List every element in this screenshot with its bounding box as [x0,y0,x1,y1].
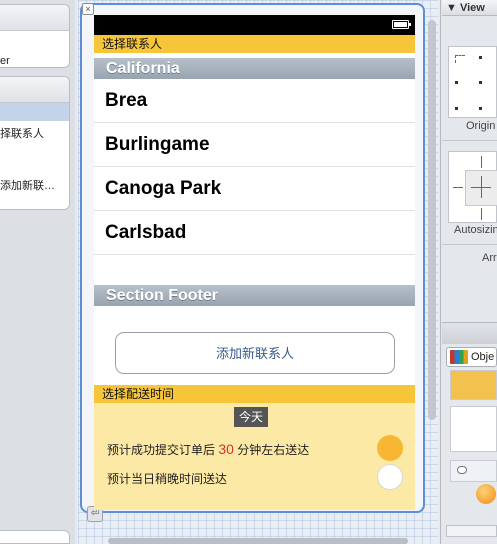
autosizing-label: Autosizing [454,224,497,236]
arrange-label[interactable]: Arr [482,252,497,264]
horizontal-scrollbar[interactable] [108,538,408,544]
table-row[interactable]: Carlsbad [94,211,415,255]
library-footer[interactable] [446,525,497,537]
outline-scene-card [0,530,70,544]
origin-selector[interactable] [448,46,497,118]
close-icon[interactable]: × [82,3,94,15]
outline-scene-card: 择联系人 添加新联… [0,76,70,210]
delivery-option-1-label[interactable]: 预计成功提交订单后 30 分钟左右送达 [107,441,309,458]
search-icon [457,466,467,474]
autosizing-control[interactable] [448,151,497,223]
section-header: California [94,58,415,79]
vertical-scrollbar[interactable] [428,20,436,420]
outline-scene-header[interactable] [0,77,69,103]
outline-selection-highlight[interactable] [0,103,69,121]
outline-item[interactable]: er [0,55,10,67]
section-footer: Section Footer [94,285,415,306]
bottom-strut-icon[interactable] [481,208,482,220]
option-1-prefix: 预计成功提交订单后 [107,443,216,457]
document-outline-panel: er 择联系人 添加新联… [0,0,75,544]
origin-marker-icon [455,55,465,63]
table-row[interactable]: Burlingame [94,123,415,167]
nav-title-bar: 选择联系人 [94,35,415,53]
delivery-header: 选择配送时间 [94,385,415,403]
add-contact-button[interactable]: 添加新联系人 [115,332,395,374]
divider [442,244,497,245]
battery-icon [392,20,411,29]
height-spring-icon[interactable] [481,176,482,198]
origin-label: Origin [466,120,496,132]
delivery-option-2-label[interactable]: 预计当日稍晚时间送达 [107,470,227,487]
option-2-radio[interactable] [377,464,403,490]
outline-item[interactable]: 添加新联… [0,177,55,193]
top-strut-icon[interactable] [481,156,482,168]
view-section-header[interactable]: ▼ View [442,0,497,16]
table-row[interactable]: Canoga Park [94,167,415,211]
outline-scene-card: er [0,4,70,68]
library-item[interactable] [450,406,497,452]
outline-scene-header[interactable] [0,5,69,31]
today-badge[interactable]: 今天 [234,407,268,427]
table-view-controller[interactable]: 选择联系人 California Brea Burlingame Canoga … [94,15,415,510]
status-bar [94,15,415,35]
left-strut-icon[interactable] [453,187,463,188]
table-row[interactable]: Brea [94,79,415,123]
library-item-search[interactable] [450,460,497,482]
option-1-minutes: 30 [218,441,234,457]
object-library-icon [450,350,468,364]
option-1-radio[interactable] [377,435,403,461]
library-header [442,322,497,344]
outline-item[interactable]: 择联系人 [0,125,44,141]
library-item[interactable] [450,370,497,400]
library-item-icon[interactable] [476,484,496,504]
option-1-suffix: 分钟左右送达 [237,443,310,457]
divider [442,140,497,141]
